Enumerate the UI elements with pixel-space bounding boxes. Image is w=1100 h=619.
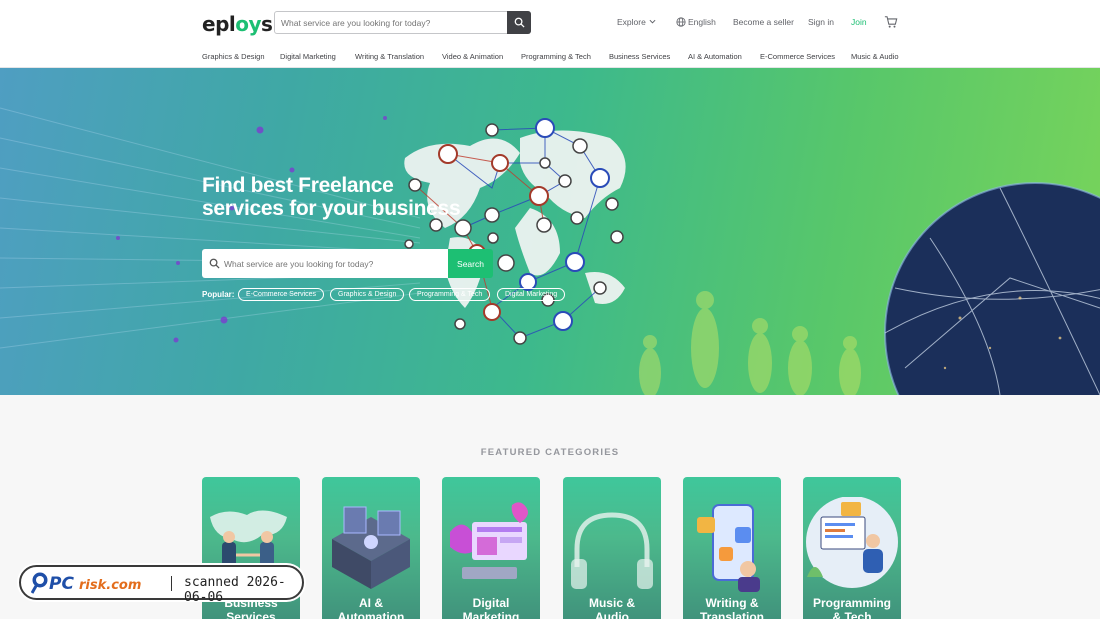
- card-label: Digital Marketing: [462, 596, 520, 619]
- category-card-marketing[interactable]: Digital Marketing: [442, 477, 540, 619]
- hero-search-box: Search: [202, 249, 493, 278]
- category-link[interactable]: Digital Marketing: [280, 52, 336, 61]
- translation-illustration: [697, 504, 760, 592]
- hero-banner: Find best Freelance services for your bu…: [0, 68, 1100, 395]
- category-card-music[interactable]: Music & Audio: [563, 477, 661, 619]
- language-selector[interactable]: English: [688, 17, 716, 27]
- popular-tag[interactable]: Programming & Tech: [409, 288, 491, 301]
- category-link[interactable]: Programming & Tech: [521, 52, 591, 61]
- ai-illustration: [332, 506, 410, 589]
- category-link[interactable]: Graphics & Design: [202, 52, 265, 61]
- category-card-writing[interactable]: Writing & Translation: [683, 477, 781, 619]
- watermark-brand-rest: risk.com: [79, 578, 141, 593]
- search-icon: [209, 258, 220, 269]
- category-link[interactable]: Writing & Translation: [355, 52, 424, 61]
- hero-search-button[interactable]: Search: [448, 249, 493, 278]
- card-label: Programming & Tech: [812, 596, 891, 619]
- category-link[interactable]: Business Services: [609, 52, 670, 61]
- category-card-programming[interactable]: Programming & Tech: [803, 477, 901, 619]
- featured-categories-title: FEATURED CATEGORIES: [480, 447, 620, 458]
- hero-search-input[interactable]: [224, 249, 444, 278]
- category-link[interactable]: E-Commerce Services: [760, 52, 835, 61]
- explore-menu[interactable]: Explore: [617, 17, 646, 27]
- category-card-ai[interactable]: AI & Automation: [322, 477, 420, 619]
- watermark-scan-text: scanned 2026-06-06: [184, 575, 286, 605]
- become-seller-link[interactable]: Become a seller: [733, 17, 794, 27]
- category-link[interactable]: Music & Audio: [851, 52, 899, 61]
- pcrisk-watermark: PC risk.com scanned 2026-06-06: [19, 565, 304, 605]
- hero-title-line: services for your business: [202, 197, 461, 220]
- category-link[interactable]: AI & Automation: [688, 52, 742, 61]
- chevron-down-icon[interactable]: [649, 18, 656, 25]
- globe-icon: [676, 17, 686, 27]
- programming-illustration: [806, 497, 898, 588]
- hero-title: Find best Freelance services for your bu…: [202, 174, 502, 220]
- sign-in-link[interactable]: Sign in: [808, 17, 834, 27]
- card-label: Music & Audio: [588, 596, 635, 619]
- site-logo[interactable]: eploys: [202, 12, 273, 36]
- watermark-divider: [171, 576, 172, 591]
- popular-tag[interactable]: E-Commerce Services: [238, 288, 325, 301]
- top-header: eploys Explore English Become a seller S…: [0, 0, 1100, 45]
- category-link[interactable]: Video & Animation: [442, 52, 503, 61]
- cart-icon[interactable]: [884, 15, 898, 29]
- header-search-button[interactable]: [507, 11, 531, 34]
- popular-tag[interactable]: Digital Marketing: [497, 288, 566, 301]
- card-label: AI & Automation: [337, 596, 405, 619]
- header-search: [274, 11, 531, 34]
- header-search-input[interactable]: [281, 12, 506, 33]
- hero-title-line: Find best Freelance: [202, 174, 394, 197]
- card-label: Writing & Translation: [699, 596, 764, 619]
- hero-illustration: [0, 107, 1100, 395]
- search-icon: [514, 17, 525, 28]
- join-link[interactable]: Join: [851, 17, 867, 27]
- popular-tag[interactable]: Graphics & Design: [330, 288, 405, 301]
- magnifier-logo-icon: PC risk.com: [31, 572, 141, 594]
- category-nav: Graphics & Design Digital Marketing Writ…: [0, 45, 1100, 68]
- watermark-brand-pc: PC: [49, 574, 74, 594]
- earth-globe: [884, 182, 1100, 395]
- headphones-icon: [571, 512, 653, 589]
- popular-label: Popular:: [202, 290, 235, 299]
- marketing-illustration: [450, 502, 528, 579]
